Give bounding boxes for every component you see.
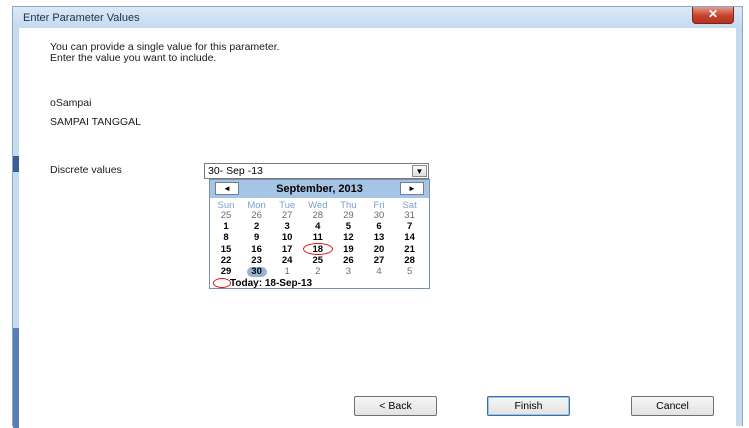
calendar-day[interactable]: 14 <box>397 232 423 243</box>
chevron-down-icon[interactable]: ▼ <box>412 165 427 177</box>
calendar-day[interactable]: 27 <box>366 255 392 266</box>
calendar-day[interactable]: 31 <box>397 210 423 221</box>
calendar-day[interactable]: 4 <box>305 221 331 232</box>
calendar-day[interactable]: 24 <box>274 255 300 266</box>
calendar-day[interactable]: 29 <box>335 210 361 221</box>
calendar-day[interactable]: 16 <box>244 244 270 255</box>
calendar-day[interactable]: 4 <box>366 266 392 277</box>
calendar-day[interactable]: 25 <box>213 210 239 221</box>
date-combobox[interactable]: 30- Sep -13 ▼ <box>204 163 429 179</box>
calendar-day-selected[interactable]: 30 <box>244 266 270 277</box>
calendar-day[interactable]: 6 <box>366 221 392 232</box>
calendar-day[interactable]: 11 <box>305 232 331 243</box>
calendar-day[interactable]: 19 <box>335 244 361 255</box>
calendar-day[interactable]: 21 <box>397 244 423 255</box>
calendar-day[interactable]: 1 <box>274 266 300 277</box>
parameter-name: oSampai <box>50 97 92 109</box>
calendar-day[interactable]: 13 <box>366 232 392 243</box>
calendar-day[interactable]: 17 <box>274 244 300 255</box>
calendar-popup: ◄ September, 2013 ► Today: 18-Sep-13 Sun… <box>209 179 430 289</box>
window-title: Enter Parameter Values <box>23 12 140 24</box>
calendar-day[interactable]: 3 <box>335 266 361 277</box>
calendar-day[interactable]: 25 <box>305 255 331 266</box>
calendar-day[interactable]: 27 <box>274 210 300 221</box>
calendar-day[interactable]: 29 <box>213 266 239 277</box>
calendar-day[interactable]: 3 <box>274 221 300 232</box>
calendar-day[interactable]: 2 <box>244 221 270 232</box>
close-button[interactable]: ✕ <box>692 7 734 24</box>
calendar-day[interactable]: 26 <box>244 210 270 221</box>
calendar-day[interactable]: 1 <box>213 221 239 232</box>
finish-button[interactable]: Finish <box>487 396 570 416</box>
title-bar: Enter Parameter Values ✕ <box>12 6 743 28</box>
calendar-day[interactable]: 23 <box>244 255 270 266</box>
calendar-month-label: September, 2013 <box>276 183 363 195</box>
date-combobox-value: 30- Sep -13 <box>208 165 263 177</box>
window-frame-left <box>12 28 19 428</box>
calendar-day[interactable]: 22 <box>213 255 239 266</box>
discrete-values-label: Discrete values <box>50 164 122 176</box>
calendar-header: ◄ September, 2013 ► <box>210 180 429 198</box>
next-month-button[interactable]: ► <box>400 182 424 195</box>
calendar-day[interactable]: 8 <box>213 232 239 243</box>
calendar-day[interactable]: 15 <box>213 244 239 255</box>
today-circle-icon <box>302 242 333 255</box>
calendar-day[interactable]: 30 <box>366 210 392 221</box>
parameter-prompt: SAMPAI TANGGAL <box>50 116 142 128</box>
calendar-day[interactable]: 28 <box>397 255 423 266</box>
today-link[interactable]: Today: 18-Sep-13 <box>230 278 312 289</box>
today-marker-icon <box>213 278 231 288</box>
calendar-day[interactable]: 9 <box>244 232 270 243</box>
calendar-day[interactable]: 20 <box>366 244 392 255</box>
calendar-day[interactable]: 10 <box>274 232 300 243</box>
calendar-day[interactable]: 2 <box>305 266 331 277</box>
calendar-day[interactable]: 5 <box>335 221 361 232</box>
cancel-button[interactable]: Cancel <box>631 396 714 416</box>
prompt-line-2: Enter the value you want to include. <box>50 52 217 64</box>
window-frame-right <box>736 28 743 426</box>
calendar-day[interactable]: 7 <box>397 221 423 232</box>
calendar-day[interactable]: 12 <box>335 232 361 243</box>
calendar-day[interactable]: 26 <box>335 255 361 266</box>
back-button[interactable]: < Back <box>354 396 437 416</box>
calendar-day[interactable]: 28 <box>305 210 331 221</box>
calendar-day[interactable]: 5 <box>397 266 423 277</box>
